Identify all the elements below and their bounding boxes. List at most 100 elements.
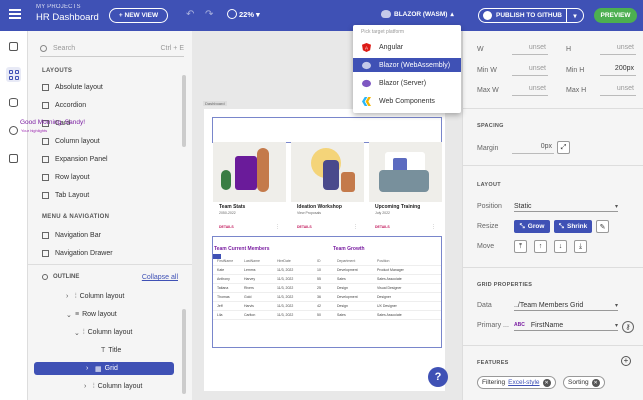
outline-item[interactable]: › ⦙ Column layout [66, 290, 124, 303]
more-icon[interactable]: ⋮ [431, 224, 436, 230]
margin-field[interactable]: 0px [512, 143, 554, 154]
layout-icon [42, 191, 49, 199]
card-upcoming-training[interactable]: Upcoming Training July 2022 DETAILS ⋮ [369, 142, 442, 232]
card-details-link[interactable]: DETAILS [375, 225, 390, 229]
component-tab-layout[interactable]: Tab Layout [42, 190, 89, 200]
move-down-icon[interactable]: ↓ [554, 240, 567, 253]
chevron-down-icon: ▾ [614, 322, 618, 329]
component-navigation-bar[interactable]: Navigation Bar [42, 230, 101, 240]
height-field[interactable]: unset [600, 44, 636, 55]
greeting-subtitle: Your highlights [21, 128, 48, 133]
greeting-outline [212, 117, 442, 143]
min-height-field[interactable]: 200px [600, 65, 636, 76]
remove-chip-icon[interactable]: ✕ [542, 378, 551, 387]
move-up-icon[interactable]: ↑ [534, 240, 547, 253]
key-icon[interactable]: ⚷ [622, 321, 634, 333]
min-width-field[interactable]: unset [512, 65, 548, 76]
card-details-link[interactable]: DETAILS [297, 225, 312, 229]
publish-label: PUBLISH TO GITHUB [496, 12, 562, 19]
platform-menu: Pick target platform A Angular Blazor (W… [353, 25, 461, 113]
card-ideation-workshop[interactable]: Ideation Workshop View Proposals DETAILS… [291, 142, 364, 232]
project-breadcrumb[interactable]: MY PROJECTS HR Dashboard [36, 4, 99, 23]
position-select[interactable]: Static ▾ [514, 201, 618, 212]
table-row[interactable]: Thomas Gold 11/3, 2022 36 Development Designe… [213, 293, 441, 302]
primary-key-select[interactable]: ABC FirstName ▾ [514, 320, 618, 331]
max-width-field[interactable]: unset [512, 85, 548, 96]
publish-options-chevron-icon[interactable]: ▾ [567, 12, 583, 20]
more-icon[interactable]: ⋮ [275, 224, 280, 230]
title-text-icon: T [101, 347, 106, 354]
table-row[interactable]: Jeff Harvis 11/3, 2022 42 Design UX Designer [213, 302, 441, 311]
layout-icon [42, 155, 49, 163]
component-column-layout[interactable]: Column layout [42, 136, 100, 146]
platform-option-blazor-wasm[interactable]: Blazor (WebAssembly) [353, 58, 461, 72]
platform-option-web-components[interactable]: Web Components [353, 94, 461, 108]
components-icon[interactable] [6, 67, 21, 82]
publish-main[interactable]: PUBLISH TO GITHUB [479, 9, 567, 22]
data-icon[interactable] [6, 95, 21, 110]
link-margins-icon[interactable]: ⤢ [557, 141, 570, 154]
outline-header: OUTLINE Collapse all [28, 264, 192, 288]
search-input[interactable]: Search Ctrl + E [40, 43, 184, 54]
members-grid[interactable]: FirstName LastName HireDate ID Department Pos… [213, 257, 441, 345]
blazor-icon [362, 61, 371, 69]
shrink-button[interactable]: ⤡ Shrink [554, 220, 592, 233]
table-row[interactable]: Anthony Harvey 11/3, 2022 55 Sales Sales Asso… [213, 275, 441, 284]
platform-option-angular[interactable]: A Angular [353, 40, 461, 54]
add-feature-icon[interactable]: + [621, 356, 631, 366]
table-row[interactable]: Tatiana Rivers 11/3, 2022 25 Design Visual De… [213, 284, 441, 293]
outline-scrollbar[interactable] [182, 309, 186, 394]
data-source-select[interactable]: ../Team Members Grid ▾ [514, 300, 618, 311]
grid-header-row: FirstName LastName HireDate ID Department Pos… [213, 257, 441, 266]
outline-item[interactable]: T Title [92, 344, 121, 357]
move-top-icon[interactable]: ⤒ [514, 240, 527, 253]
members-title[interactable]: Team Current Members [214, 246, 269, 252]
outline-item[interactable]: ⌄ ≡ Row layout [66, 308, 117, 321]
outline-item[interactable]: ⌄ ⦙ Column layout [74, 326, 132, 339]
more-icon[interactable]: ⋮ [353, 224, 358, 230]
feature-chip-filtering[interactable]: Filtering Excel-style ✕ [477, 376, 556, 389]
theme-palette-icon[interactable] [6, 123, 21, 138]
redo-icon[interactable]: ↷ [205, 9, 213, 20]
card-team-stats[interactable]: Team Stats 2050-2022 DETAILS ⋮ [213, 142, 286, 232]
card-details-link[interactable]: DETAILS [219, 225, 234, 229]
preview-button[interactable]: PREVIEW [594, 8, 637, 23]
chevron-up-icon: ▴ [450, 11, 454, 18]
components-scrollbar[interactable] [182, 75, 186, 147]
menu-icon[interactable] [9, 9, 21, 19]
row-layout-icon: ≡ [75, 311, 80, 318]
growth-title[interactable]: Team Growth [333, 246, 365, 252]
edit-icon[interactable]: ✎ [596, 220, 609, 233]
new-view-button[interactable]: + NEW VIEW [109, 8, 168, 23]
component-row-layout[interactable]: Row layout [42, 172, 90, 182]
width-field[interactable]: unset [512, 44, 548, 55]
grow-button[interactable]: ⤡ Grow [514, 220, 550, 233]
table-row[interactable]: Lila Carlton 11/3, 2022 50 Sales Sales Associ… [213, 311, 441, 320]
feature-chip-sorting[interactable]: Sorting ✕ [563, 376, 605, 389]
primary-key-label: Primary ... [477, 322, 509, 329]
platform-selector[interactable]: BLAZOR (WASM) ▴ [381, 10, 454, 18]
component-expansion-panel[interactable]: Expansion Panel [42, 154, 108, 164]
table-row[interactable]: Kate Lemms 11/3, 2022 10 Development Product … [213, 266, 441, 275]
remove-chip-icon[interactable]: ✕ [591, 378, 600, 387]
undo-icon[interactable]: ↶ [186, 9, 194, 20]
outline-item-selected[interactable]: › ▦ Grid [34, 362, 174, 375]
assets-icon[interactable] [6, 151, 21, 166]
component-absolute-layout[interactable]: Absolute layout [42, 82, 103, 92]
column-layout-icon: ⦙ [93, 382, 95, 390]
outline-item[interactable]: › ⦙ Column layout [84, 380, 142, 393]
zoom-control[interactable]: 22% ▾ [227, 9, 260, 19]
greeting-title[interactable]: Good Morning, Sandy! [20, 119, 85, 126]
component-accordion[interactable]: Accordion [42, 100, 86, 110]
component-navigation-drawer[interactable]: Navigation Drawer [42, 248, 113, 258]
platform-option-blazor-server[interactable]: Blazor (Server) [353, 76, 461, 90]
card-subtitle: 2050-2022 [219, 211, 236, 215]
collapse-all-link[interactable]: Collapse all [142, 274, 178, 281]
column-layout-icon: ⦙ [83, 328, 85, 336]
move-bottom-icon[interactable]: ⤓ [574, 240, 587, 253]
card-subtitle: July 2022 [375, 211, 390, 215]
help-button[interactable]: ? [428, 367, 448, 387]
max-height-field[interactable]: unset [600, 85, 636, 96]
search-icon[interactable] [42, 274, 48, 280]
pages-icon[interactable] [6, 39, 21, 54]
